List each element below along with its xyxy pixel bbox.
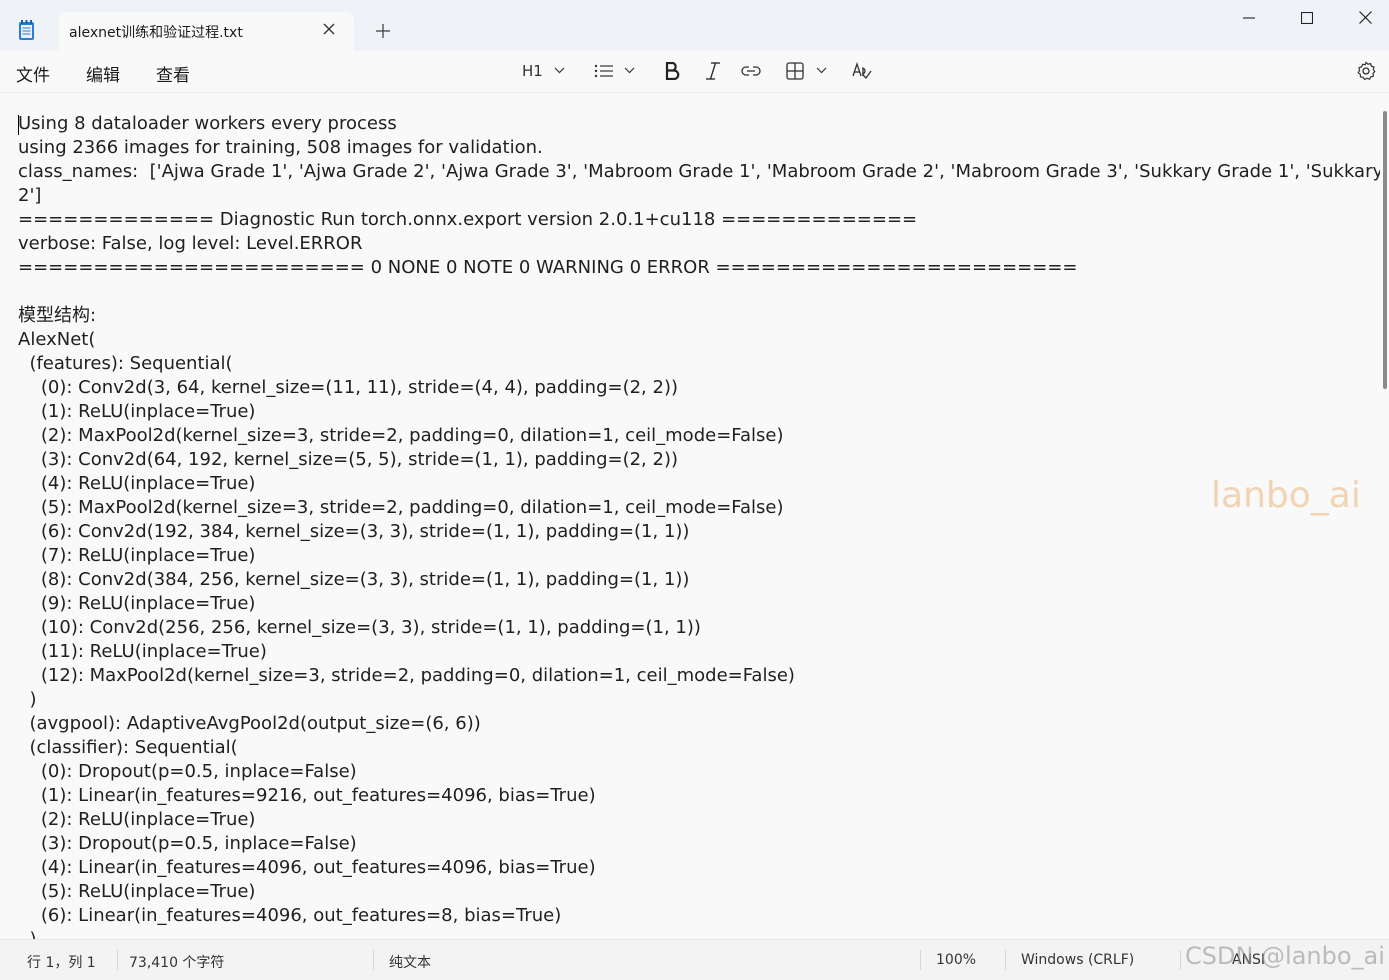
notepad-app-icon (18, 20, 35, 41)
menu-edit[interactable]: 编辑 (86, 61, 120, 86)
text-line: verbose: False, log level: Level.ERROR (18, 233, 363, 254)
text-line: (5): MaxPool2d(kernel_size=3, stride=2, … (18, 497, 784, 518)
text-line: (6): Linear(in_features=4096, out_featur… (18, 905, 562, 926)
text-line: (4): ReLU(inplace=True) (18, 473, 256, 494)
text-editor[interactable]: Using 8 dataloader workers every process… (0, 93, 1380, 939)
text-line: 2'] (18, 185, 42, 206)
text-line: AlexNet( (18, 329, 96, 350)
list-dropdown[interactable] (594, 59, 638, 83)
status-divider (117, 950, 118, 970)
text-line (18, 280, 1378, 304)
chevron-down-icon (624, 67, 635, 74)
list-icon (594, 64, 613, 78)
status-bar: 行 1，列 1 73,410 个字符 纯文本 100% Windows (CRL… (0, 939, 1389, 980)
link-button[interactable] (741, 59, 763, 83)
text-line: ) (18, 689, 37, 710)
gear-icon (1357, 61, 1376, 81)
text-line: ) (18, 928, 1378, 939)
maximize-button[interactable] (1284, 0, 1330, 36)
status-divider (1005, 950, 1006, 970)
csdn-watermark: CSDN @lanbo_ai (1185, 942, 1385, 970)
status-divider (1180, 950, 1181, 970)
menu-file[interactable]: 文件 (16, 61, 50, 86)
text-line: (1): Linear(in_features=9216, out_featur… (18, 785, 596, 806)
add-tab-icon[interactable] (375, 23, 391, 39)
text-line: ======================= 0 NONE 0 NOTE 0 … (18, 257, 1078, 278)
text-line: (0): Conv2d(3, 64, kernel_size=(11, 11),… (18, 377, 678, 398)
tab-active-file[interactable]: alexnet训练和验证过程.txt (59, 12, 354, 51)
tab-title: alexnet训练和验证过程.txt (69, 25, 243, 41)
character-count: 73,410 个字符 (129, 955, 225, 971)
notepad-window: alexnet训练和验证过程.txt 文件 编辑 查看 H1 Using 8 d… (0, 0, 1389, 980)
text-line: (3): Dropout(p=0.5, inplace=False) (18, 833, 357, 854)
spellcheck-icon (852, 62, 872, 80)
chevron-down-icon (816, 67, 827, 74)
minimize-button[interactable] (1226, 0, 1272, 36)
menu-view[interactable]: 查看 (156, 61, 190, 86)
text-line: (2): MaxPool2d(kernel_size=3, stride=2, … (18, 425, 784, 446)
text-line: (4): Linear(in_features=4096, out_featur… (18, 857, 596, 878)
text-line: Using 8 dataloader workers every process (18, 113, 397, 134)
cursor-position: 行 1，列 1 (27, 955, 96, 971)
close-tab-icon[interactable] (321, 21, 337, 37)
text-line: (7): ReLU(inplace=True) (18, 545, 256, 566)
text-line: (10): Conv2d(256, 256, kernel_size=(3, 3… (18, 617, 701, 638)
text-line: class_names: ['Ajwa Grade 1', 'Ajwa Grad… (18, 161, 1380, 182)
bold-button[interactable] (662, 59, 682, 83)
status-divider (373, 950, 374, 970)
text-line: (6): Conv2d(192, 384, kernel_size=(3, 3)… (18, 521, 690, 542)
close-window-button[interactable] (1343, 0, 1389, 36)
text-line: (1): ReLU(inplace=True) (18, 401, 256, 422)
scrollbar-thumb[interactable] (1383, 111, 1387, 389)
watermark-text: lanbo_ai (1211, 475, 1361, 516)
settings-button[interactable] (1356, 59, 1378, 83)
text-line: (3): Conv2d(64, 192, kernel_size=(5, 5),… (18, 449, 678, 470)
bold-icon (665, 62, 680, 80)
menu-bar: 文件 编辑 查看 H1 (0, 51, 1389, 93)
text-line: (8): Conv2d(384, 256, kernel_size=(3, 3)… (18, 569, 690, 590)
text-line: 模型结构: (18, 305, 97, 326)
text-line: (features): Sequential( (18, 353, 233, 374)
text-line: (9): ReLU(inplace=True) (18, 593, 256, 614)
text-caret (18, 115, 19, 135)
chevron-down-icon (554, 67, 565, 74)
zoom-level[interactable]: 100% (936, 952, 976, 968)
editor-content: Using 8 dataloader workers every process… (18, 112, 1380, 939)
heading-label: H1 (522, 62, 543, 80)
text-line: using 2366 images for training, 508 imag… (18, 137, 543, 158)
text-line: (2): ReLU(inplace=True) (18, 809, 256, 830)
text-format: 纯文本 (389, 955, 431, 971)
spellcheck-button[interactable] (852, 59, 874, 83)
italic-button[interactable] (703, 59, 723, 83)
table-dropdown[interactable] (786, 59, 830, 83)
text-line: ============= Diagnostic Run torch.onnx.… (18, 209, 918, 230)
text-line: (5): ReLU(inplace=True) (18, 881, 256, 902)
table-icon (786, 62, 804, 80)
text-line: (12): MaxPool2d(kernel_size=3, stride=2,… (18, 665, 795, 686)
italic-icon (706, 62, 720, 80)
link-icon (741, 66, 761, 76)
line-ending[interactable]: Windows (CRLF) (1021, 952, 1134, 968)
text-line: (0): Dropout(p=0.5, inplace=False) (18, 761, 357, 782)
heading-dropdown[interactable]: H1 (522, 59, 568, 83)
text-line: (classifier): Sequential( (18, 737, 238, 758)
status-divider (920, 950, 921, 970)
title-bar: alexnet训练和验证过程.txt (0, 0, 1389, 51)
text-line: (avgpool): AdaptiveAvgPool2d(output_size… (18, 713, 481, 734)
vertical-scrollbar[interactable] (1380, 93, 1389, 939)
text-line: (11): ReLU(inplace=True) (18, 641, 267, 662)
